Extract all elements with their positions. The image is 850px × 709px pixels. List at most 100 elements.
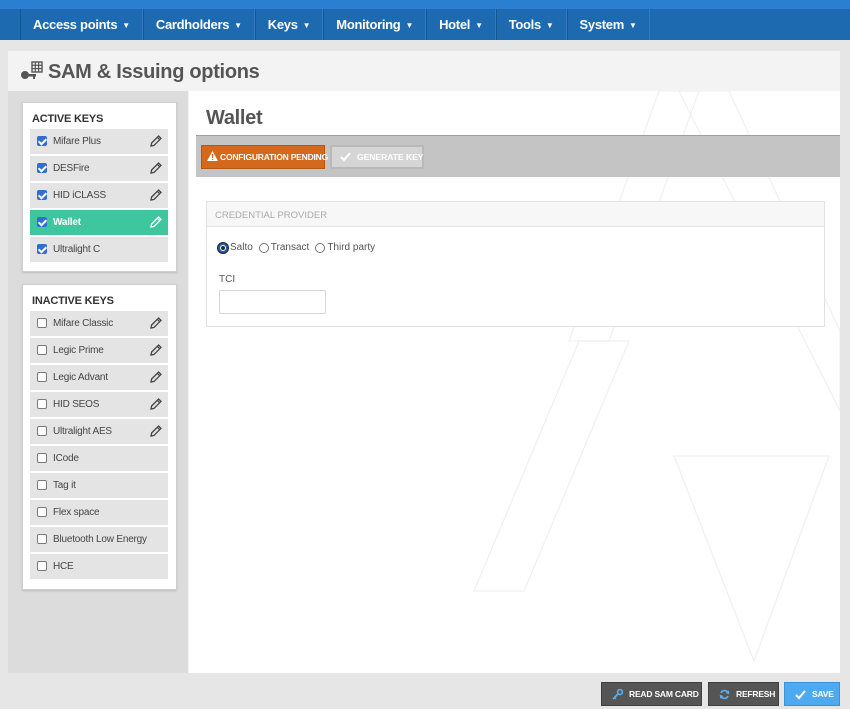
check-icon xyxy=(340,152,351,162)
key-checkbox[interactable] xyxy=(37,345,47,355)
nav-monitoring[interactable]: Monitoring ▼ xyxy=(323,9,427,40)
nav-tools[interactable]: Tools ▼ xyxy=(495,9,567,40)
radio-indicator xyxy=(258,242,269,253)
key-checkbox[interactable] xyxy=(37,561,47,571)
key-label: Flex space xyxy=(53,507,100,518)
nav-access-points[interactable]: Access points ▼ xyxy=(20,9,143,40)
key-title: Wallet xyxy=(206,107,263,129)
chevron-down-icon: ▼ xyxy=(234,21,242,30)
key-item-legic-advant[interactable]: Legic Advant xyxy=(30,365,168,390)
chevron-down-icon: ▼ xyxy=(545,21,554,30)
key-item-hid-seos[interactable]: HID SEOS xyxy=(30,392,168,417)
chevron-down-icon: ▼ xyxy=(302,21,311,30)
key-label: Ultralight C xyxy=(53,244,101,255)
key-checkbox[interactable] xyxy=(37,507,47,517)
key-item-tag-it[interactable]: Tag it xyxy=(30,473,168,498)
pencil-icon[interactable] xyxy=(149,134,163,148)
generate-key-label: GENERATE KEY xyxy=(357,152,424,162)
chevron-down-icon: ▼ xyxy=(629,21,637,30)
nav-hotel[interactable]: Hotel ▼ xyxy=(426,9,496,40)
radio-third-party[interactable]: Third party xyxy=(315,242,375,253)
key-item-ultralight-aes[interactable]: Ultralight AES xyxy=(30,419,168,444)
key-checkbox[interactable] xyxy=(37,244,47,254)
key-label: HCE xyxy=(53,561,74,572)
radio-indicator xyxy=(218,242,228,253)
pencil-icon[interactable] xyxy=(149,370,163,384)
key-checkbox[interactable] xyxy=(37,453,47,463)
background-watermark xyxy=(473,91,840,663)
key-checkbox[interactable] xyxy=(37,318,47,328)
credential-provider-header: CREDENTIAL PROVIDER xyxy=(207,202,824,227)
key-checkbox[interactable] xyxy=(37,399,47,409)
key-checkbox[interactable] xyxy=(37,163,47,173)
save-button[interactable]: SAVE xyxy=(784,682,840,706)
inactive-keys-heading: INACTIVE KEYS xyxy=(32,295,114,307)
active-keys-heading: ACTIVE KEYS xyxy=(32,113,104,125)
key-label: Legic Advant xyxy=(53,372,108,383)
active-keys-list: Mifare Plus DESFire HID iCLASS Wallet Ultral… xyxy=(30,129,168,264)
refresh-button[interactable]: REFRESH xyxy=(708,682,779,706)
key-grid-icon xyxy=(21,61,43,79)
key-checkbox[interactable] xyxy=(37,480,47,490)
pencil-icon[interactable] xyxy=(149,397,163,411)
key-checkbox[interactable] xyxy=(37,190,47,200)
key-label: Wallet xyxy=(53,217,81,228)
key-checkbox[interactable] xyxy=(37,136,47,146)
key-checkbox[interactable] xyxy=(37,372,47,382)
radio-label: Third party xyxy=(327,242,376,253)
key-checkbox[interactable] xyxy=(37,426,47,436)
key-detail-panel: Wallet CONFIGURATION PENDING GENERATE KE… xyxy=(189,91,840,673)
nav-keys[interactable]: Keys ▼ xyxy=(254,9,324,40)
pencil-icon[interactable] xyxy=(149,188,163,202)
key-toolbar: CONFIGURATION PENDING GENERATE KEY xyxy=(196,135,840,177)
chevron-down-icon: ▼ xyxy=(122,21,130,30)
key-checkbox[interactable] xyxy=(37,534,47,544)
key-item-hid-iclass[interactable]: HID iCLASS xyxy=(30,183,168,208)
read-sam-card-button[interactable]: READ SAM CARD xyxy=(601,682,702,706)
generate-key-button[interactable]: GENERATE KEY xyxy=(330,145,424,169)
chevron-down-icon: ▼ xyxy=(475,21,483,30)
configuration-pending-label: CONFIGURATION PENDING xyxy=(220,152,329,162)
nav-cardholders[interactable]: Cardholders ▼ xyxy=(142,9,255,40)
key-item-mifare-plus[interactable]: Mifare Plus xyxy=(30,129,168,154)
refresh-icon xyxy=(719,689,730,700)
radio-salto[interactable]: Salto xyxy=(218,242,253,253)
key-item-bluetooth-low-energy[interactable]: Bluetooth Low Energy xyxy=(30,527,168,552)
tci-label: TCI xyxy=(219,274,236,285)
nav-top-stripe xyxy=(0,0,850,9)
key-label: Legic Prime xyxy=(53,345,104,356)
key-item-desfire[interactable]: DESFire xyxy=(30,156,168,181)
key-item-mifare-classic[interactable]: Mifare Classic xyxy=(30,311,168,336)
key-label: HID SEOS xyxy=(53,399,100,410)
chevron-down-icon: ▼ xyxy=(405,21,414,30)
pencil-icon[interactable] xyxy=(149,343,163,357)
read-sam-card-label: READ SAM CARD xyxy=(629,689,699,699)
pencil-icon[interactable] xyxy=(149,424,163,438)
check-icon xyxy=(795,690,806,700)
key-checkbox[interactable] xyxy=(37,217,47,227)
radio-label: Salto xyxy=(230,242,253,253)
key-item-icode[interactable]: ICode xyxy=(30,446,168,471)
refresh-label: REFRESH xyxy=(736,689,776,699)
key-item-hce[interactable]: HCE xyxy=(30,554,168,579)
pencil-icon[interactable] xyxy=(149,161,163,175)
configuration-pending-button[interactable]: CONFIGURATION PENDING xyxy=(201,145,329,169)
key-item-legic-prime[interactable]: Legic Prime xyxy=(30,338,168,363)
pencil-icon[interactable] xyxy=(149,215,163,229)
key-label: Ultralight AES xyxy=(53,426,112,437)
page-title: SAM & Issuing options xyxy=(48,61,260,83)
key-item-wallet[interactable]: Wallet xyxy=(30,210,168,235)
nav-system[interactable]: System ▼ xyxy=(566,9,650,40)
radio-transact[interactable]: Transact xyxy=(258,242,310,253)
keys-sidebar: ACTIVE KEYS Mifare Plus DESFire HID iCLASS… xyxy=(8,91,188,673)
radio-label: Transact xyxy=(270,242,310,253)
key-item-ultralight-c[interactable]: Ultralight C xyxy=(30,237,168,262)
pencil-icon[interactable] xyxy=(149,316,163,330)
tci-input[interactable] xyxy=(219,290,326,314)
inactive-keys-list: Mifare Classic Legic Prime Legic Advant HID… xyxy=(30,311,168,581)
page-header: SAM & Issuing options xyxy=(8,51,840,91)
key-item-flex-space[interactable]: Flex space xyxy=(30,500,168,525)
key-label: Mifare Classic xyxy=(53,318,113,329)
credential-provider-section: CREDENTIAL PROVIDER Salto Transact Third… xyxy=(206,201,825,327)
main-menu: Access points ▼ Cardholders ▼ Keys ▼ Monito… xyxy=(20,9,650,40)
